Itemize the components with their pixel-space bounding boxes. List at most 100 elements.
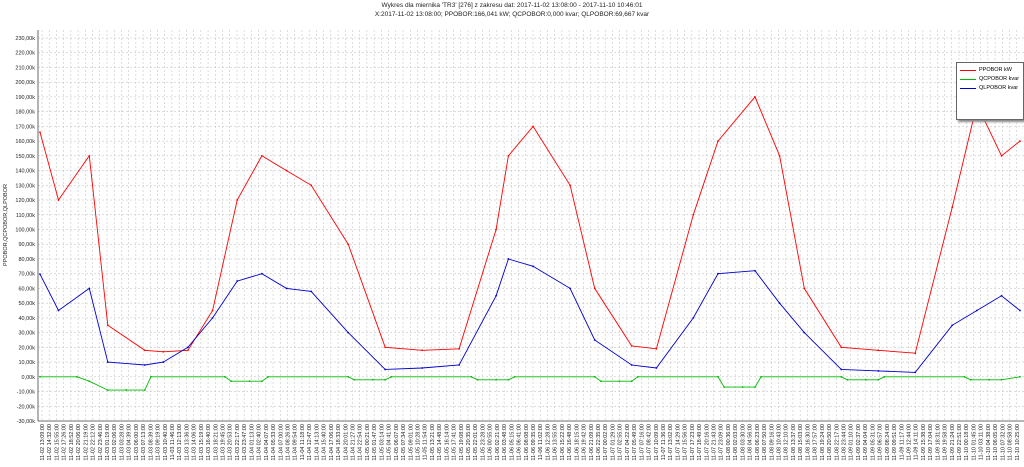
data-point — [778, 154, 781, 157]
y-tick-label: 60,00k — [18, 286, 35, 292]
data-point — [143, 364, 146, 366]
x-tick-label: 11-02 14:32:00 — [47, 424, 53, 461]
legend-swatch — [960, 87, 976, 89]
data-point — [260, 380, 263, 383]
legend: PPOBOR kW QCPOBOR kvar QLPOBOR kvar — [956, 62, 1024, 120]
x-tick-label: 11-03 22:17:00 — [235, 424, 241, 461]
x-tick-label: 11-10 10:25:00 — [1015, 424, 1021, 461]
y-tick-label: 50,00k — [18, 301, 35, 307]
x-tick-label: 11-04 15:40:00 — [322, 424, 328, 461]
x-tick-label: 11-06 12:28:00 — [545, 424, 551, 461]
x-tick-label: 11-09 09:51:00 — [892, 424, 898, 461]
x-tick-label: 11-02 15:55:00 — [54, 424, 60, 461]
data-point — [285, 169, 288, 172]
x-tick-label: 11-03 06:00:00 — [134, 424, 140, 461]
data-point — [1000, 294, 1003, 297]
x-tick-label: 11-06 21:09:00 — [589, 424, 595, 461]
x-tick-label: 11-08 16:30:00 — [805, 424, 811, 461]
x-tick-label: 11-10 06:05:00 — [993, 424, 999, 461]
x-tick-label: 11-06 19:42:00 — [582, 424, 588, 461]
data-point — [655, 367, 658, 369]
x-tick-label: 11-02 13:09:00 — [40, 424, 46, 461]
plot-area — [38, 30, 1024, 421]
x-tick-label: 11-09 08:24:00 — [885, 424, 891, 461]
data-point — [390, 375, 393, 378]
data-point — [39, 131, 41, 134]
y-tick-label: 10,00k — [18, 360, 35, 366]
x-tick-label: 11-05 13:21:00 — [430, 424, 436, 461]
data-point — [532, 265, 534, 268]
y-tick-label: 110,00k — [16, 213, 35, 219]
data-point — [236, 199, 239, 201]
y-tick-label: -30,00k — [17, 419, 36, 425]
data-point — [125, 389, 128, 391]
x-tick-label: 11-08 06:23:00 — [755, 424, 761, 461]
y-axis: -30,00k -20,00k -10,00k 0,00k 10,00k 20,00k 30… — [15, 36, 35, 425]
x-tick-label: 11-03 11:46:00 — [170, 424, 176, 460]
x-tick-label: 11-03 19:45:00 — [221, 424, 227, 461]
data-point — [162, 361, 165, 363]
x-tick-label: 11-05 11:54:00 — [423, 424, 429, 460]
x-tick-label: 11-04 09:54:00 — [293, 424, 299, 461]
y-tick-label: 120,00k — [15, 198, 35, 204]
data-point — [260, 154, 263, 157]
x-tick-label: 11-04 12:47:00 — [307, 424, 313, 461]
x-tick-label: 11-04 21:27:00 — [350, 424, 356, 461]
data-point — [532, 125, 534, 128]
data-point — [513, 375, 516, 378]
legend-item-qcpobor: QCPOBOR kvar — [960, 75, 1019, 83]
data-point — [630, 364, 633, 366]
x-tick-label: 11-10 08:58:00 — [1008, 424, 1014, 461]
data-point — [865, 378, 867, 381]
x-tick-label: 11-04 04:07:00 — [264, 424, 270, 461]
legend-label: QLPOBOR kvar — [979, 85, 1019, 91]
chart-svg: -30,00k -20,00k -10,00k 0,00k 10,00k 20,00k 30… — [3, 30, 1024, 461]
data-point — [470, 375, 473, 378]
x-tick-label: 11-08 22:17:00 — [834, 424, 840, 461]
x-tick-label: 11-07 13:02:00 — [668, 424, 674, 461]
x-tick-label: 11-07 08:42:00 — [647, 424, 653, 461]
x-tick-label: 11-07 02:55:00 — [618, 424, 624, 461]
x-tick-label: 11-05 06:07:00 — [394, 424, 400, 461]
x-tick-label: 11-08 19:24:00 — [820, 424, 826, 461]
data-point — [187, 349, 189, 352]
data-point — [803, 287, 806, 290]
x-tick-label: 11-02 18:52:00 — [69, 424, 75, 461]
data-point — [421, 349, 424, 352]
x-tick-label: 11-04 01:13:00 — [249, 424, 255, 461]
x-tick-label: 11-07 18:49:00 — [697, 424, 703, 461]
x-tick-label: 11-08 23:44:00 — [841, 424, 847, 461]
x-tick-label: 11-09 19:58:00 — [943, 424, 949, 461]
x-tick-label: 11-09 02:37:00 — [856, 424, 862, 461]
x-tick-label: 11-07 21:43:00 — [712, 424, 718, 461]
x-tick-label: 11-05 00:21:00 — [365, 424, 371, 461]
y-tick-label: 140,00k — [15, 169, 35, 175]
data-point — [914, 352, 917, 355]
x-tick-label: 11-07 11:36:00 — [661, 424, 667, 460]
x-tick-label: 11-05 07:34:00 — [401, 424, 407, 461]
data-point — [384, 346, 387, 349]
x-tick-label: 11-04 17:06:00 — [329, 424, 335, 461]
data-point — [353, 378, 356, 381]
x-tick-label: 11-04 08:26:00 — [286, 424, 292, 461]
y-tick-label: -20,00k — [17, 404, 36, 410]
x-tick-label: 11-07 10:09:00 — [654, 424, 660, 461]
x-tick-label: 11-03 01:19:00 — [105, 424, 111, 461]
y-tick-label: 80,00k — [18, 257, 35, 263]
y-tick-label: 200,00k — [15, 80, 35, 86]
data-point — [803, 331, 806, 334]
data-point — [421, 367, 424, 369]
x-tick-label: 11-06 11:02:00 — [538, 424, 544, 460]
data-point — [778, 302, 781, 305]
x-tick-label: 11-03 13:36:00 — [184, 424, 190, 461]
data-point — [1000, 154, 1003, 157]
x-tick-label: 11-07 15:56:00 — [683, 424, 689, 461]
x-tick-label: 11-05 10:28:00 — [415, 424, 421, 461]
y-tick-label: 100,00k — [15, 228, 35, 234]
data-point — [106, 324, 109, 327]
x-tick-label: 11-03 23:47:00 — [242, 424, 248, 461]
data-point — [495, 294, 498, 297]
data-point — [877, 349, 880, 352]
y-tick-label: 20,00k — [18, 345, 35, 351]
data-point — [458, 347, 461, 350]
